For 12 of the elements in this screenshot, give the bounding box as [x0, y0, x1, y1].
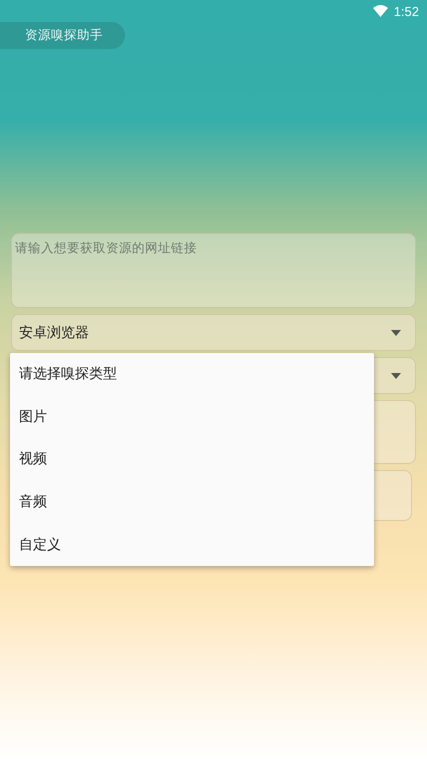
- browser-select[interactable]: 安卓浏览器: [11, 314, 416, 351]
- menu-item[interactable]: 图片: [10, 396, 374, 438]
- status-time: 1:52: [394, 4, 419, 18]
- caret-icon: [391, 372, 401, 378]
- menu-item[interactable]: 自定义: [10, 523, 374, 566]
- menu-item[interactable]: 音频: [10, 480, 374, 524]
- url-field[interactable]: 请输入想要获取资源的网址链接: [11, 233, 416, 308]
- app-title: 资源嗅探助手: [0, 22, 125, 49]
- menu-item[interactable]: 视频: [10, 438, 374, 481]
- wifi-icon: [372, 5, 388, 17]
- menu-item[interactable]: 请选择嗅探类型: [10, 353, 374, 396]
- caret-icon: [391, 330, 401, 336]
